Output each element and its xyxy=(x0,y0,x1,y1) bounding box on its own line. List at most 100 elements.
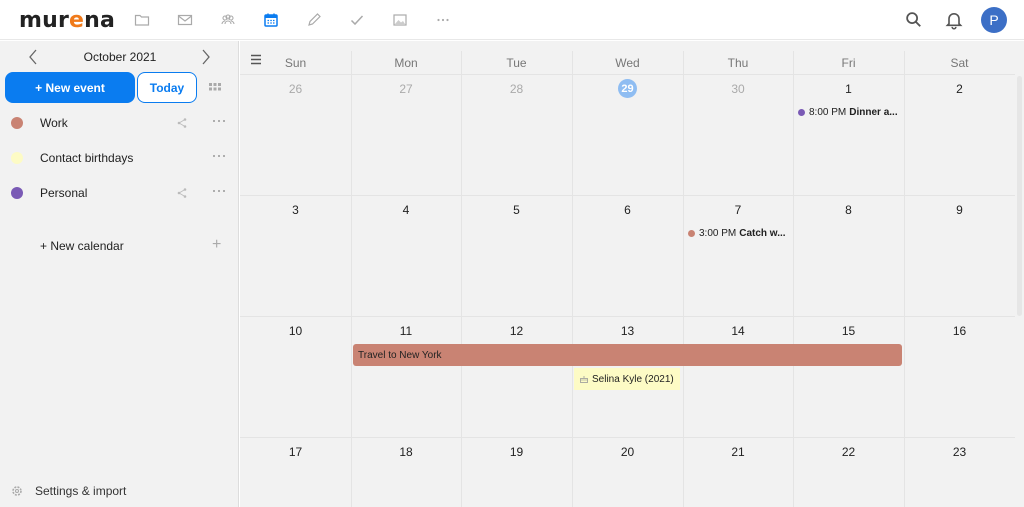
avatar[interactable]: P xyxy=(981,7,1007,33)
calendar-color-dot xyxy=(11,152,23,164)
day-number: 1 xyxy=(845,82,852,96)
day-cell[interactable]: 9 xyxy=(904,195,1015,316)
calendar-item-contact-birthdays[interactable]: Contact birthdays xyxy=(0,143,239,173)
day-cell[interactable]: 16 xyxy=(904,316,1015,437)
day-cell[interactable]: 3 xyxy=(240,195,351,316)
day-cell[interactable]: 21 xyxy=(683,437,793,507)
event-travel-to-new-york[interactable]: Travel to New York xyxy=(353,344,902,366)
day-number: 13 xyxy=(620,324,635,338)
share-icon[interactable] xyxy=(176,186,188,198)
day-cell[interactable]: 7 xyxy=(683,195,793,316)
day-cell[interactable]: 1 xyxy=(793,74,904,195)
contacts-icon[interactable] xyxy=(218,10,238,30)
day-number: 30 xyxy=(731,82,745,96)
day-cell[interactable]: 8 xyxy=(793,195,904,316)
day-cell[interactable]: 29 xyxy=(572,74,683,195)
bell-icon[interactable] xyxy=(944,10,964,30)
more-icon[interactable] xyxy=(211,184,227,198)
mail-icon[interactable] xyxy=(175,10,195,30)
day-cell[interactable]: 22 xyxy=(793,437,904,507)
day-cell[interactable]: 12 xyxy=(461,316,572,437)
day-cell[interactable]: 6 xyxy=(572,195,683,316)
day-number: 16 xyxy=(952,324,967,338)
settings-label: Settings & import xyxy=(35,484,127,498)
day-cell[interactable]: 17 xyxy=(240,437,351,507)
day-number: 28 xyxy=(509,82,524,96)
more-apps-icon[interactable] xyxy=(433,10,453,30)
event-dinner[interactable]: 8:00 PM Dinner a... xyxy=(798,107,898,118)
weekday-header: Mon xyxy=(394,56,418,70)
weekday-header: Sat xyxy=(950,56,969,70)
day-cell[interactable]: 30 xyxy=(683,74,793,195)
day-number: 12 xyxy=(509,324,524,338)
day-cell[interactable]: 26 xyxy=(240,74,351,195)
day-cell[interactable]: 14 xyxy=(683,316,793,437)
calendar-item-work[interactable]: Work xyxy=(0,108,239,138)
calendar-name: Work xyxy=(40,116,68,130)
day-cell[interactable]: 23 xyxy=(904,437,1015,507)
day-cell[interactable]: 15 xyxy=(793,316,904,437)
day-number: 19 xyxy=(509,445,524,459)
check-icon[interactable] xyxy=(347,10,367,30)
day-number: 7 xyxy=(734,203,742,217)
day-number: 20 xyxy=(620,445,635,459)
plus-icon[interactable]: + xyxy=(212,236,221,254)
top-bar: murena P xyxy=(0,0,1024,40)
weekday-header: Wed xyxy=(615,56,640,70)
day-number: 15 xyxy=(841,324,856,338)
calendar-item-personal[interactable]: Personal xyxy=(0,178,239,208)
month-navigation: October 2021 xyxy=(0,45,239,69)
day-number: 5 xyxy=(513,203,520,217)
day-cell[interactable]: 5 xyxy=(461,195,572,316)
day-number: 23 xyxy=(952,445,967,459)
event-color-dot xyxy=(688,230,695,237)
day-cell[interactable]: 10 xyxy=(240,316,351,437)
weekday-header: Fri xyxy=(841,56,856,70)
gear-icon xyxy=(11,484,23,496)
image-icon[interactable] xyxy=(390,10,410,30)
folder-icon[interactable] xyxy=(132,10,152,30)
more-icon[interactable] xyxy=(211,114,227,128)
cake-icon xyxy=(580,375,588,383)
more-icon[interactable] xyxy=(211,149,227,163)
sidebar: October 2021 + New event Today Work Cont… xyxy=(0,41,239,507)
calendar-icon[interactable] xyxy=(261,10,281,30)
day-cell[interactable]: 11 xyxy=(351,316,461,437)
share-icon[interactable] xyxy=(176,116,188,128)
day-cell[interactable]: 18 xyxy=(351,437,461,507)
day-number: 2 xyxy=(956,82,963,96)
settings-button[interactable]: Settings & import xyxy=(0,479,239,503)
day-cell[interactable]: 28 xyxy=(461,74,572,195)
day-cell[interactable]: 27 xyxy=(351,74,461,195)
chevron-left-icon[interactable] xyxy=(24,47,44,67)
day-number: 26 xyxy=(288,82,303,96)
day-number: 27 xyxy=(399,82,413,96)
day-number: 6 xyxy=(624,203,631,217)
chevron-right-icon[interactable] xyxy=(195,47,215,67)
new-event-button[interactable]: + New event xyxy=(5,72,135,103)
today-button[interactable]: Today xyxy=(137,72,197,103)
event-color-dot xyxy=(798,109,805,116)
day-number: 17 xyxy=(288,445,303,459)
weekday-header: Tue xyxy=(506,56,527,70)
day-cell[interactable]: 20 xyxy=(572,437,683,507)
calendar-name: Personal xyxy=(40,186,88,200)
grid-view-icon[interactable] xyxy=(208,81,222,95)
new-calendar-button[interactable]: + New calendar xyxy=(40,239,124,253)
day-number: 18 xyxy=(399,445,413,459)
day-cell[interactable]: 19 xyxy=(461,437,572,507)
weekday-header: Thu xyxy=(727,56,749,70)
weekday-header: Sun xyxy=(284,56,307,70)
search-icon[interactable] xyxy=(904,10,924,30)
day-cell[interactable]: 2 xyxy=(904,74,1015,195)
calendar-color-dot xyxy=(11,187,23,199)
event-birthday-selina-kyle[interactable]: Selina Kyle (2021) xyxy=(574,368,680,390)
day-cell[interactable]: 4 xyxy=(351,195,461,316)
pencil-icon[interactable] xyxy=(304,10,324,30)
day-number: 3 xyxy=(292,203,299,217)
scrollbar[interactable] xyxy=(1017,76,1022,316)
event-catch-up[interactable]: 3:00 PM Catch w... xyxy=(688,228,786,239)
month-title: October 2021 xyxy=(83,50,157,64)
month-view: Sun Mon Tue Wed Thu Fri Sat 26 27 28 29 30 1 2 3 4 5 6 7 8 9… xyxy=(240,41,1024,507)
murena-logo[interactable]: murena xyxy=(19,8,115,33)
